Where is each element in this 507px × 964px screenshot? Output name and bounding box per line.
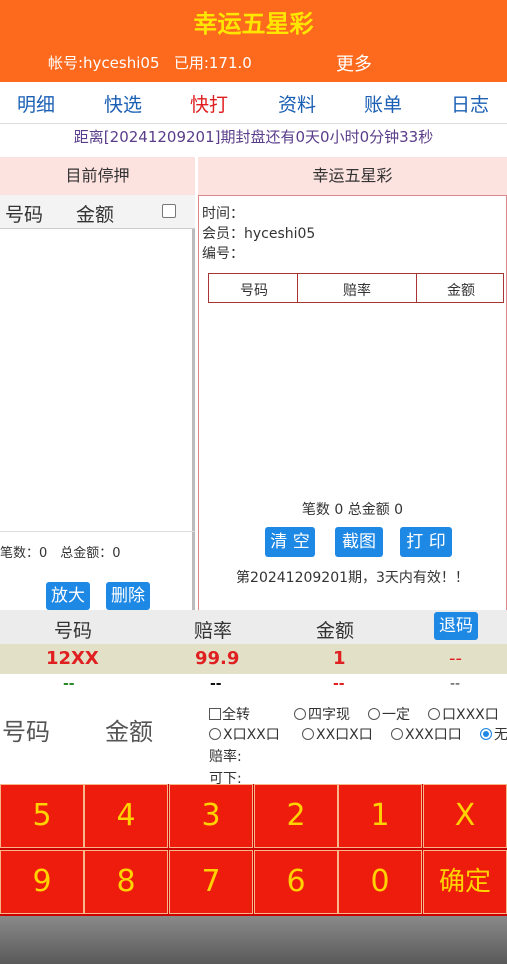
radio-icon — [302, 728, 314, 740]
radio-selected-icon — [480, 728, 492, 740]
account-info: 帐号:hyceshi05 已用:171.0 — [48, 52, 252, 73]
receipt-table-header: 号码 赔率 金额 — [208, 273, 504, 303]
pending-bets-title: 目前停押 — [0, 157, 195, 195]
tab-log[interactable]: 日志 — [451, 90, 489, 117]
pending-bets-summary: 笔数：0 总金额：0 — [0, 531, 195, 561]
radio-icon — [209, 728, 221, 740]
option-all-transfer[interactable]: 全转 — [209, 704, 250, 724]
bet-refund: -- — [450, 676, 461, 692]
option-four-digit[interactable]: 四字现 — [294, 704, 350, 724]
radio-icon — [368, 708, 380, 720]
amount-input[interactable]: 金额 — [105, 712, 153, 747]
bet-amount: -- — [333, 676, 345, 692]
key-6[interactable]: 6 — [254, 850, 338, 914]
bet-number: 12XX — [46, 648, 99, 669]
screenshot-button[interactable]: 截图 — [335, 527, 383, 557]
bet-col-number: 号码 — [54, 620, 93, 642]
key-5[interactable]: 5 — [0, 784, 84, 848]
key-2[interactable]: 2 — [254, 784, 338, 848]
time-label: 时间： — [202, 206, 244, 222]
bet-amount: 1 — [333, 648, 346, 669]
tab-bill[interactable]: 账单 — [364, 90, 402, 117]
key-4[interactable]: 4 — [84, 784, 168, 848]
table-divider — [416, 274, 417, 302]
account-name: 帐号:hyceshi05 — [48, 54, 160, 72]
member-label: 会员：hyceshi05 — [202, 226, 316, 242]
col-number: 号码 — [5, 204, 44, 226]
tab-profile[interactable]: 资料 — [278, 90, 316, 117]
countdown-text: 距离[20241209201]期封盘还有0天0小时0分钟33秒 — [73, 128, 434, 146]
validity-note: 第20241209201期，3天内有效！！ — [236, 570, 469, 586]
nav-tabs: 明细 快选 快打 资料 账单 日志 — [0, 82, 507, 124]
receipt-col-amount: 金额 — [447, 283, 475, 299]
confirm-button[interactable]: 确定 — [423, 850, 507, 914]
bet-col-odds: 赔率 — [194, 620, 233, 642]
bet-table-header: 号码 赔率 金额 退码 — [0, 610, 507, 644]
bet-col-amount: 金额 — [316, 620, 355, 642]
bet-odds: 99.9 — [195, 648, 240, 669]
print-button[interactable]: 打 印 — [400, 527, 452, 557]
radio-icon — [391, 728, 403, 740]
bottom-bar — [0, 916, 507, 964]
app-title: 幸运五星彩 — [193, 10, 314, 38]
receipt-panel: 幸运五星彩 时间： 会员：hyceshi05 编号： 号码 赔率 金额 笔数 0… — [198, 157, 507, 610]
tab-quick-play[interactable]: 快打 — [190, 90, 228, 117]
tab-quick-select[interactable]: 快选 — [104, 90, 142, 117]
serial-label: 编号： — [202, 246, 244, 262]
option-pattern-2[interactable]: X口XX口 — [209, 724, 280, 744]
table-row[interactable]: 12XX 99.9 1 -- — [0, 644, 507, 674]
col-amount: 金额 — [76, 204, 115, 226]
radio-icon — [294, 708, 306, 720]
key-7[interactable]: 7 — [169, 850, 253, 914]
option-fixed[interactable]: 一定 — [368, 704, 410, 724]
key-x[interactable]: X — [423, 784, 507, 848]
number-keypad: 5 4 3 2 1 X 9 8 7 6 0 确定 — [0, 784, 507, 916]
key-8[interactable]: 8 — [84, 850, 168, 914]
select-all-checkbox[interactable] — [162, 204, 176, 218]
table-divider — [297, 274, 298, 302]
bet-odds: -- — [210, 676, 222, 692]
key-9[interactable]: 9 — [0, 850, 84, 914]
checkbox-icon — [209, 708, 221, 720]
key-1[interactable]: 1 — [338, 784, 422, 848]
can-bet-label: 可下: — [209, 771, 242, 784]
radio-icon — [428, 708, 440, 720]
table-row: -- -- -- -- — [0, 674, 507, 698]
clear-button[interactable]: 清 空 — [265, 527, 315, 557]
zoom-button[interactable]: 放大 — [46, 582, 90, 610]
tab-details[interactable]: 明细 — [17, 90, 55, 117]
bet-input-area: 号码 金额 全转 四字现 一定 口XXX口 X口XX口 XX口X口 XXX口口 … — [0, 700, 507, 784]
refund-button[interactable]: 退码 — [434, 612, 478, 640]
used-amount: 已用:171.0 — [173, 54, 252, 72]
receipt-col-odds: 赔率 — [343, 283, 371, 299]
more-button[interactable]: 更多 — [336, 50, 372, 76]
option-pattern-4[interactable]: XXX口口 — [391, 724, 462, 744]
bet-number: -- — [63, 676, 75, 692]
option-pattern-3[interactable]: XX口X口 — [302, 724, 373, 744]
top-bar: 幸运五星彩 帐号:hyceshi05 已用:171.0 更多 — [0, 0, 507, 82]
number-input[interactable]: 号码 — [2, 712, 50, 747]
delete-button[interactable]: 删除 — [106, 582, 150, 610]
bet-refund: -- — [449, 648, 462, 669]
receipt-summary: 笔数 0 总金额 0 — [301, 502, 404, 518]
option-pattern-1[interactable]: 口XXX口 — [428, 704, 499, 724]
key-3[interactable]: 3 — [169, 784, 253, 848]
receipt-col-number: 号码 — [240, 283, 268, 299]
key-0[interactable]: 0 — [338, 850, 422, 914]
receipt-title: 幸运五星彩 — [198, 157, 507, 195]
option-none[interactable]: 无 — [480, 724, 507, 744]
pending-bets-header: 号码 金额 — [0, 195, 195, 229]
pending-bets-panel: 目前停押 号码 金额 笔数：0 总金额：0 放大 删除 — [0, 157, 195, 610]
odds-label: 赔率: — [209, 749, 242, 765]
